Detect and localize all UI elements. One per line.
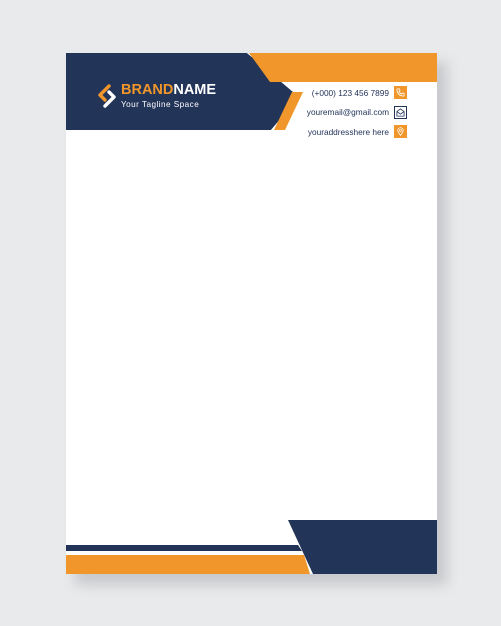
- footer-orange-bar: [66, 555, 310, 574]
- envelope-icon: [394, 105, 407, 119]
- contact-address: youraddresshere here: [307, 126, 389, 137]
- location-pin-icon: [394, 125, 407, 138]
- contact-row-address: youraddresshere here: [227, 125, 407, 138]
- contact-list: (+000) 123 456 7899 youremail@gmail.com …: [227, 86, 407, 145]
- brand-name: BRANDNAME: [121, 83, 216, 98]
- contact-email: youremail@gmail.com: [306, 107, 389, 117]
- phone-icon: [394, 86, 407, 99]
- brand-block: BRANDNAME Your Tagline Space: [96, 83, 216, 109]
- brand-tagline: Your Tagline Space: [121, 99, 200, 109]
- contact-row-email: youremail@gmail.com: [227, 105, 407, 119]
- brand-logo-icon: [98, 84, 116, 108]
- footer-navy-line: [66, 545, 302, 551]
- letterhead-page: BRANDNAME Your Tagline Space (+000) 123 …: [66, 53, 437, 574]
- header-orange-strip: [249, 53, 437, 82]
- contact-phone: (+000) 123 456 7899: [311, 87, 389, 98]
- brand-name-part2: NAME: [173, 82, 217, 98]
- footer-navy-block: [288, 520, 437, 574]
- brand-name-part1: BRAND: [121, 82, 174, 98]
- contact-row-phone: (+000) 123 456 7899: [227, 86, 407, 99]
